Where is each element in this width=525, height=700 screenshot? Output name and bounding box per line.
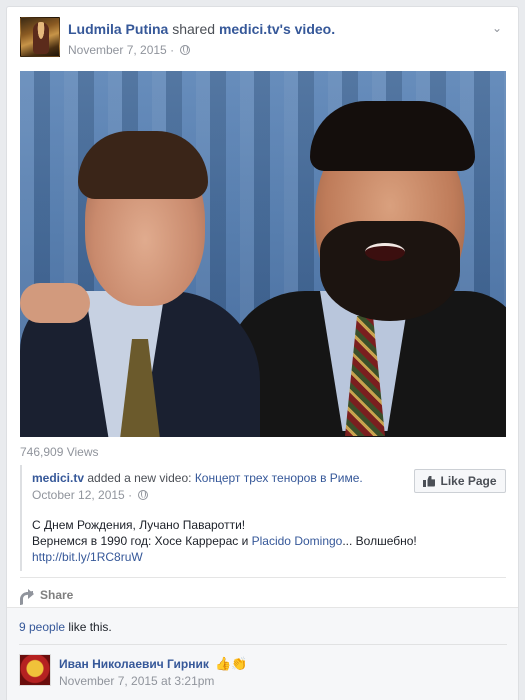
- shared-action: added a new video:: [87, 471, 192, 485]
- shared-post-meta: October 12, 2015 ·: [32, 488, 149, 502]
- likes-summary: 9 people like this.: [19, 620, 112, 634]
- shared-date-link[interactable]: October 12, 2015: [32, 488, 125, 502]
- commenter-avatar[interactable]: [19, 654, 51, 686]
- shared-separator: ·: [128, 488, 133, 502]
- globe-icon[interactable]: [180, 45, 191, 55]
- video-figure-right-hair: [310, 101, 475, 171]
- shared-post-bar: [20, 465, 22, 571]
- shared-text-line-2: Вернемся в 1990 год: Хосе Каррерас и Pla…: [32, 534, 417, 548]
- share-icon: [20, 589, 34, 601]
- author-link[interactable]: Ludmila Putina: [68, 21, 168, 37]
- likes-suffix: like this.: [65, 620, 112, 634]
- share-label: Share: [40, 588, 74, 602]
- post-meta: November 7, 2015 ·: [68, 43, 191, 57]
- comment-emoji: 👍👏: [215, 656, 248, 671]
- commenter-name-link[interactable]: Иван Николаевич Гирник: [59, 657, 209, 671]
- comments-divider: [19, 644, 507, 645]
- post-footer: 9 people like this. Иван Николаевич Гирн…: [7, 607, 518, 700]
- video-player[interactable]: [20, 71, 506, 437]
- video-figure-right-beard: [320, 221, 460, 321]
- comment-time[interactable]: November 7, 2015 at 3:21pm: [59, 674, 214, 688]
- video-figure-right-mouth: [365, 243, 405, 261]
- actions-divider: [20, 577, 506, 578]
- shared-post-text: С Днем Рождения, Лучано Паваротти! Верне…: [32, 517, 417, 565]
- post-header: Ludmila Putina shared medici.tv's video.…: [20, 17, 508, 63]
- meta-separator: ·: [170, 43, 175, 57]
- share-button[interactable]: Share: [20, 585, 73, 605]
- post-date-link[interactable]: November 7, 2015: [68, 43, 167, 57]
- chevron-down-icon[interactable]: ⌄: [490, 21, 504, 35]
- video-figure-left-hair: [78, 131, 208, 199]
- shared-video-title-link[interactable]: Концерт трех теноров в Риме.: [195, 471, 363, 485]
- like-page-label: Like Page: [440, 474, 497, 488]
- like-page-button[interactable]: Like Page: [414, 469, 506, 493]
- source-page-link[interactable]: medici.tv's video.: [219, 21, 335, 37]
- likes-people-link[interactable]: 9 people: [19, 620, 65, 634]
- comment-header: Иван Николаевич Гирник 👍👏: [59, 656, 248, 672]
- author-avatar[interactable]: [20, 17, 60, 57]
- shared-text-line-1: С Днем Рождения, Лучано Паваротти!: [32, 518, 246, 532]
- shared-url-link[interactable]: http://bit.ly/1RC8ruW: [32, 549, 417, 565]
- shared-post: medici.tv added a new video: Концерт тре…: [20, 465, 506, 575]
- thumbs-up-icon: [423, 476, 435, 487]
- post-card: Ludmila Putina shared medici.tv's video.…: [6, 6, 519, 700]
- placido-domingo-link[interactable]: Placido Domingo: [252, 534, 343, 548]
- globe-icon[interactable]: [138, 490, 149, 500]
- video-figure-arm: [20, 283, 90, 323]
- view-count: 746,909 Views: [20, 445, 99, 459]
- shared-post-title: medici.tv added a new video: Концерт тре…: [32, 471, 363, 485]
- shared-page-link[interactable]: medici.tv: [32, 471, 84, 485]
- shared-word: shared: [172, 21, 216, 37]
- post-title: Ludmila Putina shared medici.tv's video.: [68, 21, 335, 37]
